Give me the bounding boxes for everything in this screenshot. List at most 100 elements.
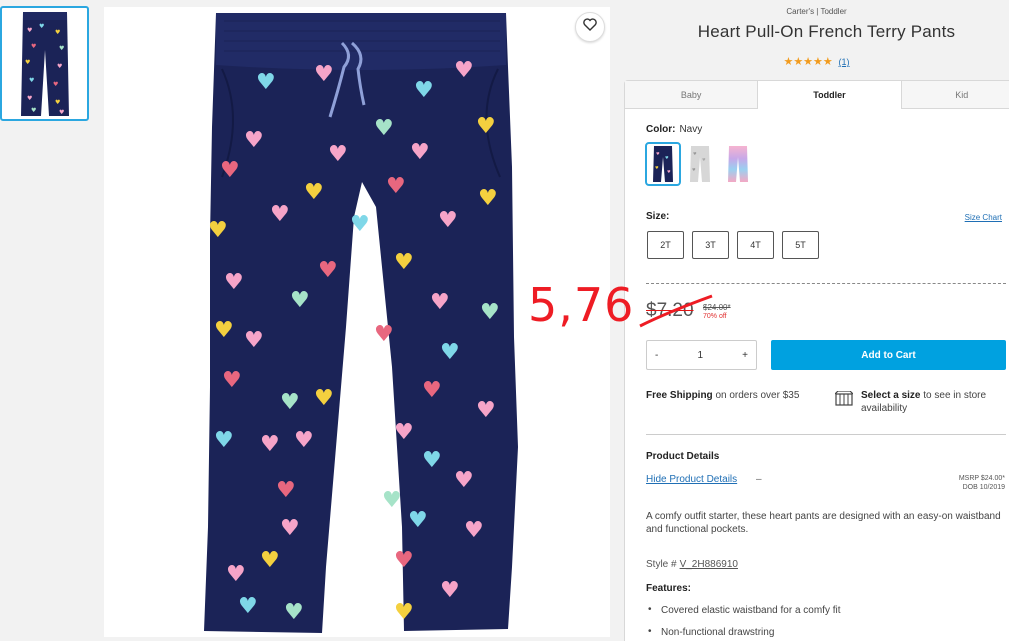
svg-text:♥: ♥ [656,151,660,156]
tab-baby[interactable]: Baby [625,81,759,109]
color-label: Color: Navy [646,124,703,135]
svg-text:♥: ♥ [328,142,348,167]
svg-text:♥: ♥ [382,488,402,513]
svg-text:♥: ♥ [55,29,60,36]
svg-text:♥: ♥ [31,43,36,50]
svg-text:♥: ♥ [53,81,58,88]
features-title: Features: [646,583,692,594]
svg-text:♥: ♥ [280,390,300,415]
svg-text:♥: ♥ [440,340,460,365]
svg-text:♥: ♥ [350,212,370,237]
svg-text:♥: ♥ [260,432,280,457]
thumbnail-column: ♥ ♥ ♥ ♥ ♥ ♥ ♥ ♥ ♥ ♥ ♥ ♥ ♥ [0,6,89,121]
tab-kid[interactable]: Kid [901,81,1009,109]
svg-text:♥: ♥ [290,288,310,313]
svg-text:♥: ♥ [214,318,234,343]
product-thumbnail[interactable]: ♥ ♥ ♥ ♥ ♥ ♥ ♥ ♥ ♥ ♥ ♥ ♥ ♥ [0,6,89,121]
svg-text:♥: ♥ [430,290,450,315]
svg-text:♥: ♥ [394,600,414,625]
svg-text:♥: ♥ [260,548,280,573]
hide-details-link[interactable]: Hide Product Details [646,474,737,485]
svg-text:♥: ♥ [27,95,32,102]
tab-toddler[interactable]: Toddler [758,81,902,109]
size-5t-button[interactable]: 5T [782,231,819,259]
svg-text:♥: ♥ [318,258,338,283]
svg-text:♥: ♥ [667,169,671,174]
svg-text:♥: ♥ [59,109,64,116]
svg-text:♥: ♥ [394,548,414,573]
svg-text:♥: ♥ [422,448,442,473]
star-rating-icon: ★★★★★ [783,56,833,68]
size-3t-button[interactable]: 3T [692,231,729,259]
heart-outline-icon [583,18,597,36]
add-to-cart-button[interactable]: Add to Cart [771,340,1006,370]
svg-text:♥: ♥ [220,158,240,183]
product-options-panel: Baby Toddler Kid Color: Navy ♥ ♥ ♥ ♥ ♥ ♥ ♥ Siz… [624,80,1009,641]
divider [646,434,1006,435]
svg-text:♥: ♥ [655,165,659,170]
quantity-stepper: - 1 + [646,340,757,370]
svg-text:♥: ♥ [394,420,414,445]
svg-text:♥: ♥ [408,508,428,533]
svg-text:♥: ♥ [304,180,324,205]
store-icon [834,390,854,406]
quantity-increase-button[interactable]: + [742,350,748,361]
svg-text:♥: ♥ [454,468,474,493]
svg-text:♥: ♥ [214,428,234,453]
svg-text:♥: ♥ [394,250,414,275]
svg-text:♥: ♥ [224,270,244,295]
annotation-strike [639,294,713,328]
review-count-link[interactable]: (1) [839,57,850,67]
svg-text:♥: ♥ [256,70,276,95]
size-label: Size: [646,211,670,222]
store-availability-note: Select a size to see in store availabili… [861,390,987,414]
size-4t-button[interactable]: 4T [737,231,774,259]
size-chart-link[interactable]: Size Chart [965,213,1002,222]
svg-text:♥: ♥ [410,140,430,165]
features-list: Covered elastic waistband for a comfy fi… [646,604,841,641]
svg-text:♥: ♥ [294,428,314,453]
list-item: Covered elastic waistband for a comfy fi… [646,604,841,616]
swatch-grey[interactable]: ♥ ♥ ♥ [682,142,718,186]
svg-text:♥: ♥ [29,77,34,84]
favorite-button[interactable] [575,12,605,42]
svg-text:♥: ♥ [244,128,264,153]
svg-text:♥: ♥ [25,59,30,66]
collapse-icon[interactable]: – [756,474,762,485]
svg-text:♥: ♥ [55,99,60,106]
svg-text:♥: ♥ [39,23,44,30]
svg-text:♥: ♥ [454,58,474,83]
svg-text:♥: ♥ [238,594,258,619]
svg-text:♥: ♥ [414,78,434,103]
product-details-title: Product Details [646,451,720,462]
svg-text:♥: ♥ [478,186,498,211]
svg-text:♥: ♥ [422,378,442,403]
msrp-info: MSRP $24.00* DOB 10/2019 [958,475,1005,491]
list-item: Non-functional drawstring [646,626,841,638]
product-title: Heart Pull-On French Terry Pants [697,22,956,41]
svg-text:♥: ♥ [374,116,394,141]
svg-text:♥: ♥ [280,516,300,541]
svg-text:♥: ♥ [226,562,246,587]
svg-text:♥: ♥ [27,27,32,34]
svg-text:♥: ♥ [438,208,458,233]
svg-text:♥: ♥ [476,398,496,423]
age-tabs: Baby Toddler Kid [625,81,1009,109]
quantity-value[interactable]: 1 [697,350,703,361]
svg-text:♥: ♥ [244,328,264,353]
dashed-divider [646,283,1006,284]
swatch-navy[interactable]: ♥ ♥ ♥ ♥ [645,142,681,186]
svg-text:♥: ♥ [440,578,460,603]
svg-text:♥: ♥ [386,174,406,199]
svg-text:♥: ♥ [702,157,706,162]
svg-text:♥: ♥ [59,45,64,52]
svg-text:♥: ♥ [374,322,394,347]
svg-text:♥: ♥ [57,63,62,70]
svg-text:♥: ♥ [270,202,290,227]
size-2t-button[interactable]: 2T [647,231,684,259]
selected-color: Navy [679,124,703,135]
svg-text:♥: ♥ [693,151,697,156]
quantity-decrease-button[interactable]: - [655,350,658,361]
svg-text:♥: ♥ [692,167,696,172]
swatch-rainbow[interactable] [720,142,756,186]
